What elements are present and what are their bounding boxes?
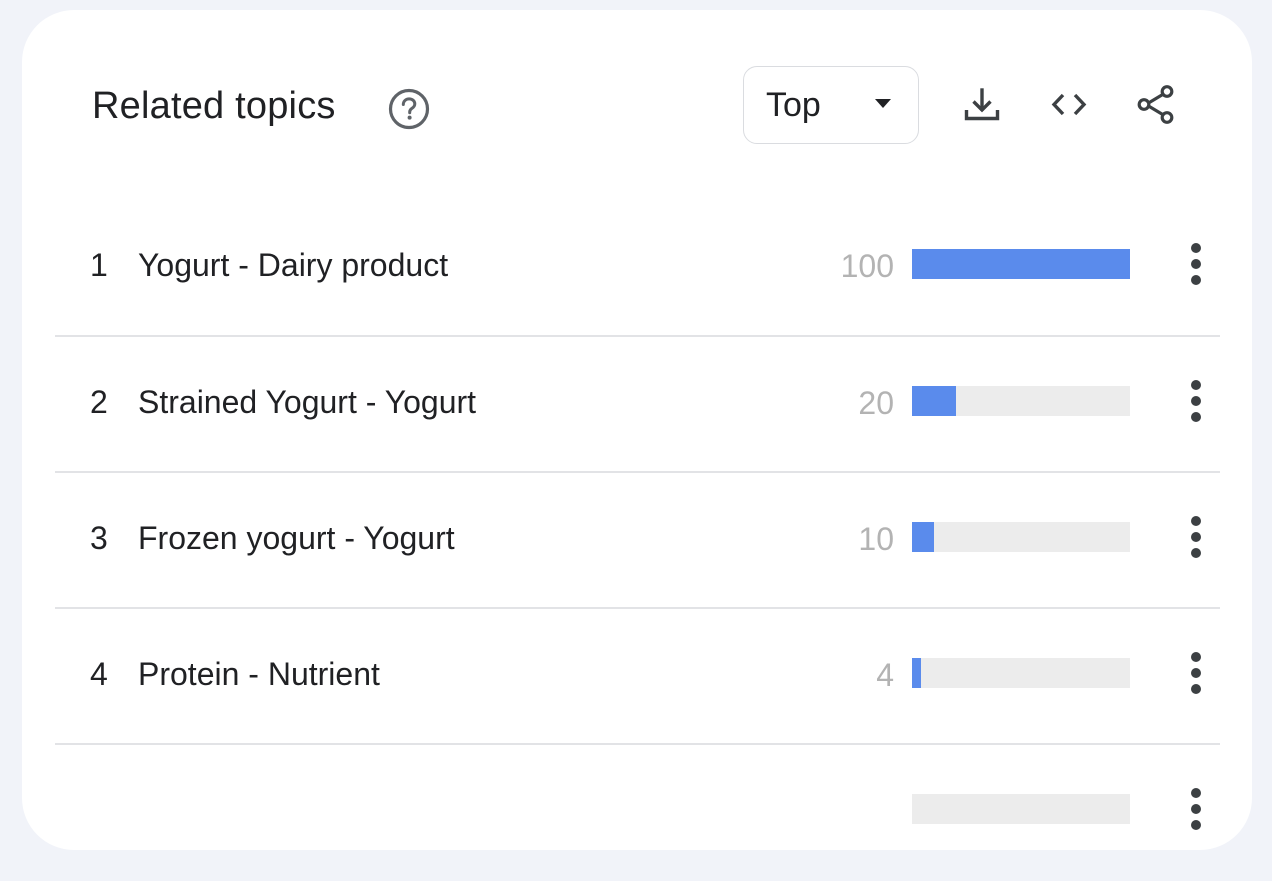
topic-label[interactable]: Protein - Nutrient [138, 654, 380, 694]
topic-rank: 2 [90, 384, 108, 420]
topics-list: 1 Yogurt - Dairy product 100 2 Strained … [55, 200, 1220, 881]
topic-rank: 4 [90, 656, 108, 692]
arrow-drop-down-icon [875, 99, 891, 108]
topic-label[interactable]: Frozen yogurt - Yogurt [138, 518, 455, 558]
filter-select[interactable]: Top [743, 66, 919, 144]
download-icon[interactable] [959, 82, 1005, 128]
topic-value: 4 [876, 657, 894, 693]
topic-row: 2 Strained Yogurt - Yogurt 20 [55, 337, 1220, 473]
code-embed-icon[interactable] [1046, 82, 1092, 128]
more-vert-icon[interactable] [1183, 516, 1209, 558]
topic-bar-fill [912, 522, 934, 552]
topic-label[interactable]: Strained Yogurt - Yogurt [138, 382, 476, 422]
topic-row: 3 Frozen yogurt - Yogurt 10 [55, 473, 1220, 609]
topic-value: 100 [840, 248, 894, 284]
more-vert-icon[interactable] [1183, 788, 1209, 830]
topic-bar-fill [912, 658, 921, 688]
topic-bar-fill [912, 249, 1130, 279]
more-vert-icon[interactable] [1183, 380, 1209, 422]
filter-selected-value: Top [766, 86, 821, 124]
topic-label[interactable]: Yogurt - Dairy product [138, 245, 448, 285]
more-vert-icon[interactable] [1183, 243, 1209, 285]
card-header: Related topics Top [22, 10, 1252, 200]
topic-bar-track [912, 794, 1130, 824]
topic-value: 10 [858, 521, 894, 557]
topic-rank: 3 [90, 520, 108, 556]
related-topics-card: Related topics Top 1 Yogurt - Dairy prod… [22, 10, 1252, 850]
share-icon[interactable] [1133, 82, 1179, 128]
card-title: Related topics [92, 85, 336, 127]
more-vert-icon[interactable] [1183, 652, 1209, 694]
topic-row-partial [55, 745, 1220, 881]
topic-bar-fill [912, 386, 956, 416]
topic-row: 4 Protein - Nutrient 4 [55, 609, 1220, 745]
topic-bar-track [912, 522, 1130, 552]
topic-bar-track [912, 386, 1130, 416]
topic-row: 1 Yogurt - Dairy product 100 [55, 200, 1220, 337]
topic-rank: 1 [90, 247, 108, 283]
help-circle-icon[interactable] [387, 87, 431, 131]
topic-bar-track [912, 249, 1130, 279]
topic-bar-track [912, 658, 1130, 688]
topic-value: 20 [858, 385, 894, 421]
